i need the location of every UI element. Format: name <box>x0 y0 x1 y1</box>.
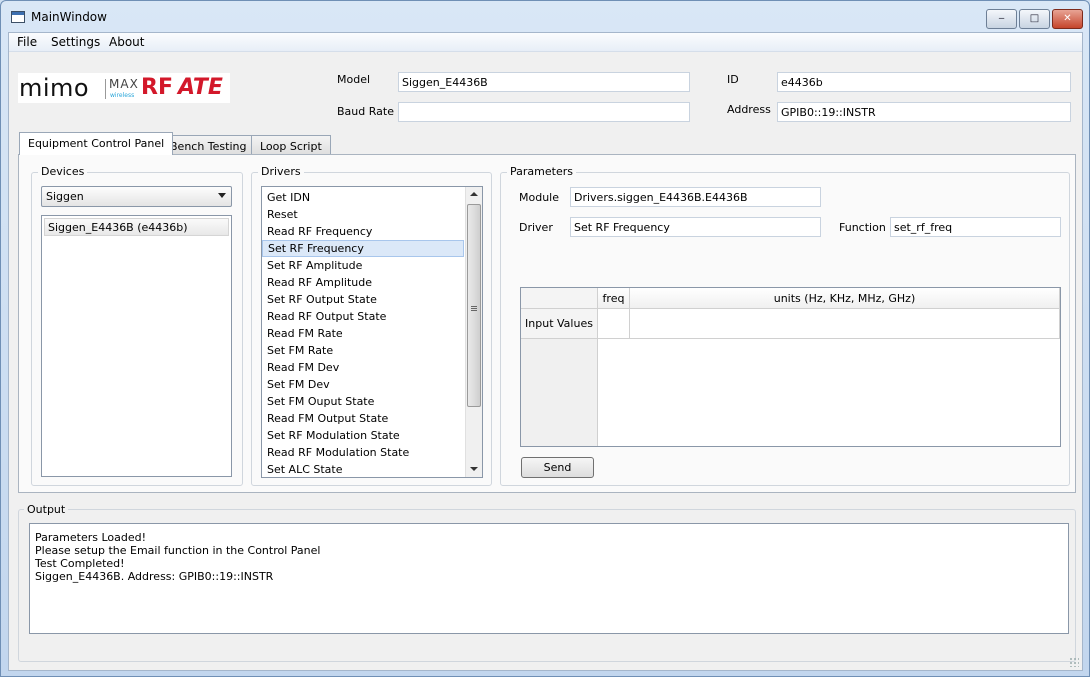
drivers-scrollbar[interactable] <box>465 187 482 477</box>
input-values-table[interactable]: freq units (Hz, KHz, MHz, GHz) Input Val… <box>520 287 1061 447</box>
resize-grip-icon[interactable] <box>1069 657 1079 667</box>
devices-group: Devices Siggen Siggen_E4436B (e4436b) <box>31 165 243 486</box>
driver-list-item[interactable]: Get IDN <box>262 189 464 206</box>
id-label: ID <box>727 73 739 86</box>
address-field[interactable]: GPIB0::19::INSTR <box>777 102 1071 122</box>
output-log[interactable]: Parameters Loaded! Please setup the Emai… <box>29 523 1069 634</box>
logo-max-text: MAX <box>109 77 139 91</box>
function-label: Function <box>839 221 886 234</box>
menu-bar: File Settings About <box>9 33 1082 52</box>
column-header-units[interactable]: units (Hz, KHz, MHz, GHz) <box>630 288 1060 309</box>
send-button[interactable]: Send <box>521 457 594 478</box>
tab-bench-testing[interactable]: Bench Testing <box>161 135 256 156</box>
scroll-up-arrow-icon[interactable] <box>466 187 482 203</box>
model-field[interactable]: Siggen_E4436B <box>398 72 690 92</box>
output-line: Please setup the Email function in the C… <box>35 544 321 557</box>
output-title: Output <box>24 503 69 516</box>
driver-field[interactable]: Set RF Frequency <box>570 217 821 237</box>
client-area: File Settings About mimo MAX wireless RF… <box>8 32 1083 671</box>
units-input-cell[interactable] <box>630 309 1060 339</box>
row-header-input-values[interactable]: Input Values <box>521 309 598 339</box>
parameters-group: Parameters Module Drivers.siggen_E4436B.… <box>500 165 1070 486</box>
grip-icon <box>471 306 477 311</box>
driver-list-item[interactable]: Set FM Dev <box>262 376 464 393</box>
driver-list-item[interactable]: Set RF Amplitude <box>262 257 464 274</box>
menu-about[interactable]: About <box>107 35 146 49</box>
module-label: Module <box>519 191 559 204</box>
drivers-group: Drivers Get IDN Reset Read RF Frequency Set… <box>251 165 492 486</box>
freq-input-cell[interactable] <box>598 309 630 339</box>
equipment-control-panel: Devices Siggen Siggen_E4436B (e4436b) Dr… <box>18 154 1076 493</box>
logo-rf-text: RF <box>141 75 173 100</box>
minimize-button[interactable]: ‒ <box>986 9 1017 29</box>
output-line: Test Completed! <box>35 557 125 570</box>
output-line: Siggen_E4436B. Address: GPIB0::19::INSTR <box>35 570 274 583</box>
id-field[interactable]: e4436b <box>777 72 1071 92</box>
column-header-freq[interactable]: freq <box>598 288 630 309</box>
address-label: Address <box>727 103 771 116</box>
driver-list-item[interactable]: Set FM Ouput State <box>262 393 464 410</box>
logo-mimo-text: mimo <box>19 74 90 102</box>
window-title: MainWindow <box>31 10 107 24</box>
app-window-icon <box>11 11 25 23</box>
output-line: Parameters Loaded! <box>35 531 147 544</box>
title-bar: MainWindow ‒ □ ✕ <box>1 1 1089 33</box>
device-type-select[interactable]: Siggen <box>41 186 232 207</box>
model-label: Model <box>337 73 371 86</box>
maximize-button[interactable]: □ <box>1019 9 1050 29</box>
module-field[interactable]: Drivers.siggen_E4436B.E4436B <box>570 187 821 207</box>
device-type-value: Siggen <box>46 190 84 203</box>
driver-list-item[interactable]: Set RF Output State <box>262 291 464 308</box>
scroll-down-arrow-icon[interactable] <box>466 461 482 477</box>
driver-list-item[interactable]: Set RF Modulation State <box>262 427 464 444</box>
tab-equipment-control-panel[interactable]: Equipment Control Panel <box>19 132 174 155</box>
devices-title: Devices <box>38 165 88 178</box>
driver-list-item[interactable]: Set ALC State <box>262 461 464 477</box>
logo-separator <box>105 79 106 99</box>
driver-list-item[interactable]: Read RF Frequency <box>262 223 464 240</box>
drivers-list[interactable]: Get IDN Reset Read RF Frequency Set RF Freq… <box>261 186 483 478</box>
baud-rate-field[interactable] <box>398 102 690 122</box>
table-corner <box>521 288 598 309</box>
mimomax-rf-ate-logo: mimo MAX wireless RF ATE <box>18 73 230 103</box>
baud-rate-label: Baud Rate <box>337 105 394 118</box>
chevron-down-icon <box>218 193 226 198</box>
device-list-item[interactable]: Siggen_E4436B (e4436b) <box>44 218 229 236</box>
driver-list-item[interactable]: Set RF Frequency <box>262 240 464 257</box>
logo-wireless-text: wireless <box>110 92 135 99</box>
menu-settings[interactable]: Settings <box>49 35 102 49</box>
output-group: Output Parameters Loaded! Please setup t… <box>18 503 1076 662</box>
driver-label: Driver <box>519 221 553 234</box>
scroll-thumb[interactable] <box>467 204 481 407</box>
driver-list-item[interactable]: Read FM Output State <box>262 410 464 427</box>
driver-list-item[interactable]: Read RF Output State <box>262 308 464 325</box>
driver-list-item[interactable]: Set FM Rate <box>262 342 464 359</box>
driver-list-item[interactable]: Reset <box>262 206 464 223</box>
logo-ate-text: ATE <box>178 75 223 100</box>
driver-list-item[interactable]: Read RF Amplitude <box>262 274 464 291</box>
parameters-title: Parameters <box>507 165 576 178</box>
function-field[interactable]: set_rf_freq <box>890 217 1061 237</box>
devices-list[interactable]: Siggen_E4436B (e4436b) <box>41 215 232 477</box>
close-button[interactable]: ✕ <box>1052 9 1083 29</box>
menu-file[interactable]: File <box>15 35 39 49</box>
driver-list-item[interactable]: Read FM Dev <box>262 359 464 376</box>
main-window: MainWindow ‒ □ ✕ File Settings About mim… <box>0 0 1090 677</box>
drivers-title: Drivers <box>258 165 304 178</box>
tab-loop-script[interactable]: Loop Script <box>251 135 331 156</box>
driver-list-item[interactable]: Read FM Rate <box>262 325 464 342</box>
driver-list-item[interactable]: Read RF Modulation State <box>262 444 464 461</box>
